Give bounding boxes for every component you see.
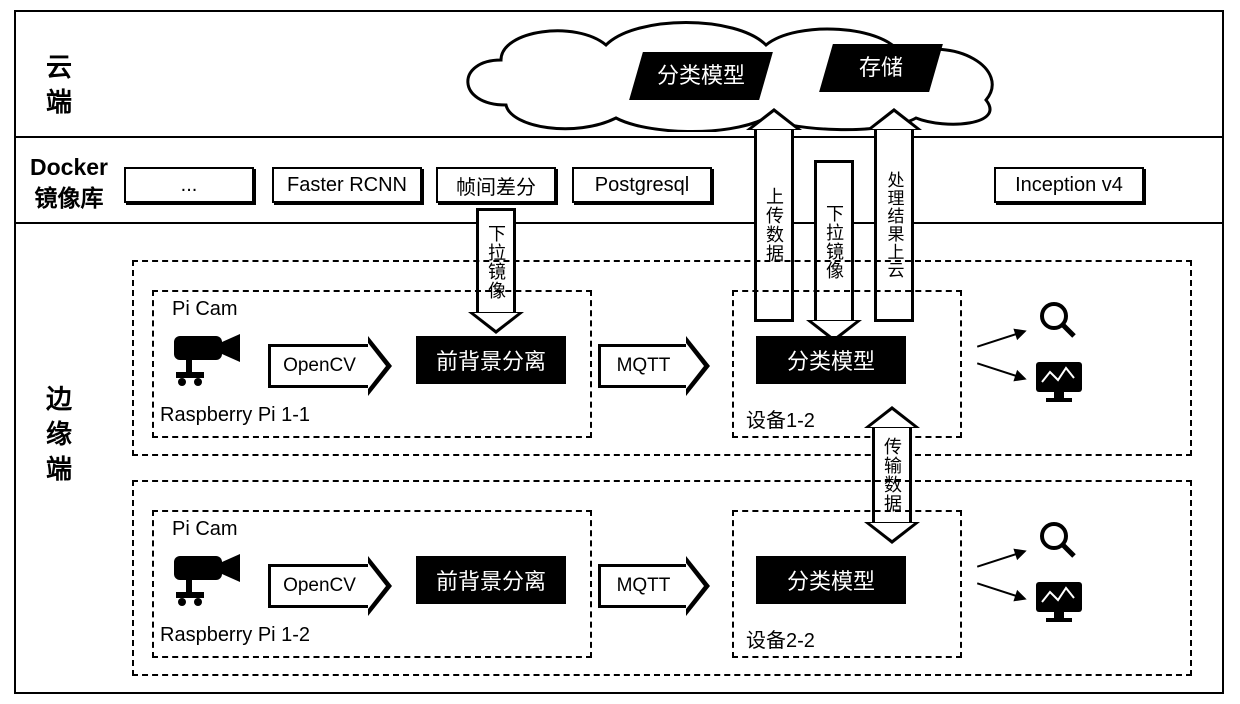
pipeline-2-fgbg-box: 前背景分离 — [416, 556, 566, 604]
pipeline-1-picam-label: Pi Cam — [172, 298, 238, 321]
arrowhead-up-result-icon — [866, 108, 922, 130]
row-label-cloud: 云端 — [46, 50, 72, 120]
pipeline-2-picam-label: Pi Cam — [172, 518, 238, 541]
pipeline-2-mqtt-arrow: MQTT — [598, 556, 710, 616]
divider-1 — [16, 136, 1222, 138]
magnifier-icon-2 — [1038, 520, 1078, 560]
cloud-classifier-box: 分类模型 — [629, 52, 773, 100]
docker-image-ellipsis: ... — [124, 167, 254, 203]
pipeline-2-device-label: 设备2-2 — [746, 624, 815, 653]
monitor-icon — [1034, 360, 1084, 406]
diagram-outer: 云端 Docker 镜像库 边缘端 分类模型 存储 ... Faster RCN… — [14, 10, 1224, 694]
camera-icon-2 — [168, 542, 246, 606]
cloud-storage-box: 存储 — [819, 44, 943, 92]
docker-image-inception: Inception v4 — [994, 167, 1144, 203]
pipeline-1-device-label: 设备1-2 — [746, 404, 815, 433]
magnifier-icon — [1038, 300, 1078, 340]
pipeline-1-classifier-box: 分类模型 — [756, 336, 906, 384]
pipeline-2-classifier-box: 分类模型 — [756, 556, 906, 604]
pipeline-1-opencv-arrow: OpenCV — [268, 336, 392, 396]
pipeline-2-rpi-label: Raspberry Pi 1-2 — [160, 624, 310, 647]
docker-image-faster-rcnn: Faster RCNN — [272, 167, 422, 203]
divider-2 — [16, 222, 1222, 224]
row-label-edge: 边缘端 — [46, 382, 72, 487]
pipeline-1-mqtt-arrow: MQTT — [598, 336, 710, 396]
pipeline-1-fgbg-box: 前背景分离 — [416, 336, 566, 384]
docker-image-postgresql: Postgresql — [572, 167, 712, 203]
docker-image-frame-diff: 帧间差分 — [436, 167, 556, 203]
camera-icon — [168, 322, 246, 386]
pipeline-1-rpi-label: Raspberry Pi 1-1 — [160, 404, 310, 427]
arrowhead-up-upload-icon — [746, 108, 802, 130]
row-label-docker: Docker 镜像库 — [30, 152, 108, 214]
monitor-icon-2 — [1034, 580, 1084, 626]
arrowhead-up-transfer-icon — [864, 406, 920, 428]
pipeline-2-opencv-arrow: OpenCV — [268, 556, 392, 616]
